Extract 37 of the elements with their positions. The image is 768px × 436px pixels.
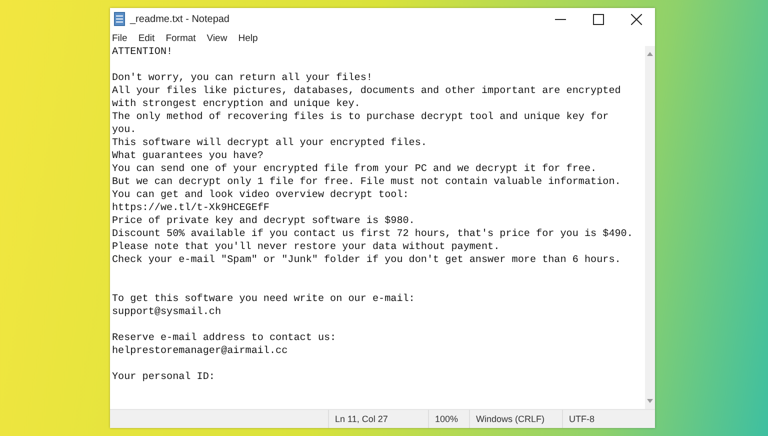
text-line: You can send one of your encrypted file from your PC and we decrypt it for free. bbox=[112, 163, 598, 176]
text-line: Please note that you'll never restore your data without payment. bbox=[112, 241, 501, 254]
text-line: with strongest encryption and unique key. bbox=[112, 98, 362, 111]
menu-item[interactable]: Edit bbox=[138, 32, 155, 44]
document-icon bbox=[114, 12, 125, 26]
text-line: You can get and look video overview decrypt tool: bbox=[112, 189, 410, 202]
text-line: The only method of recovering files is to purchase decrypt tool and unique key for bbox=[112, 111, 610, 124]
menu-item[interactable]: File bbox=[112, 32, 128, 44]
text-line: you. bbox=[112, 124, 138, 137]
window-title: _readme.txt - Notepad bbox=[130, 14, 230, 24]
text-line: What guarantees you have? bbox=[112, 150, 264, 163]
menu-item[interactable]: View bbox=[206, 32, 228, 44]
text-line: ATTENTION! bbox=[112, 46, 174, 59]
text-line: Reserve e-mail address to contact us: bbox=[112, 332, 338, 345]
text-line: Check your e-mail "Spam" or "Junk" folder if you don't get answer more than 6 hours. bbox=[112, 254, 622, 267]
close-icon bbox=[630, 14, 642, 24]
text-line: Discount 50% available if you contact us first 72 hours, that's price for you is $490. bbox=[112, 228, 634, 241]
text-line: Your personal ID: bbox=[112, 371, 216, 384]
scroll-up-icon[interactable] bbox=[647, 52, 653, 56]
scrollbar[interactable] bbox=[645, 46, 655, 409]
scroll-down-icon[interactable] bbox=[647, 399, 653, 403]
text-line: But we can decrypt only 1 file for free. File must not contain valuable information. bbox=[112, 176, 622, 189]
status-text: Ln 11, Col 27 bbox=[328, 410, 428, 428]
menu-item[interactable]: Format bbox=[166, 32, 196, 44]
status-text: UTF-8 bbox=[562, 410, 602, 428]
text-line: Don't worry, you can return all your files! bbox=[112, 72, 374, 85]
status-text: 100% bbox=[428, 410, 469, 428]
text-line: To get this software you need write on our e-mail: bbox=[112, 293, 416, 306]
text-line: https://we.tl/t-Xk9HCEGEfF bbox=[112, 202, 270, 215]
text-line: Price of private key and decrypt software is $980. bbox=[112, 215, 416, 228]
text-line: This software will decrypt all your encrypted files. bbox=[112, 137, 428, 150]
status-text: Windows (CRLF) bbox=[469, 410, 562, 428]
menu-item[interactable]: Help bbox=[238, 32, 258, 44]
text-line: support@sysmail.ch bbox=[112, 306, 222, 319]
text-line: All your files like pictures, databases, documents and other important are encrypted bbox=[112, 85, 622, 98]
maximize-icon bbox=[592, 14, 604, 24]
text-line: helprestoremanager@airmail.cc bbox=[112, 345, 289, 358]
